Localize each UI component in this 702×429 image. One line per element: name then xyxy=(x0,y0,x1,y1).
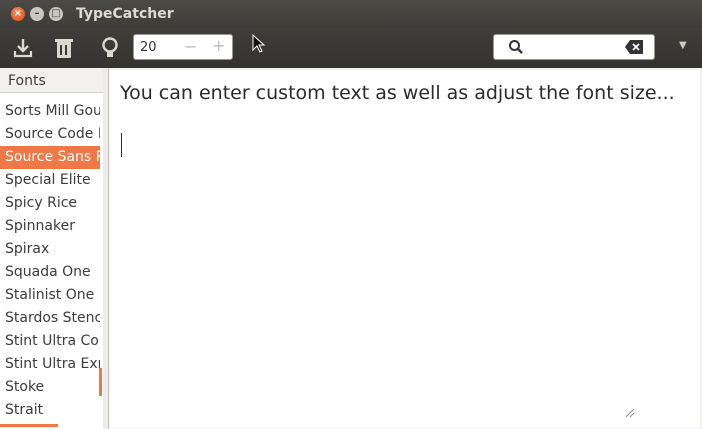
font-item[interactable]: Squada One xyxy=(0,261,100,284)
close-window-button[interactable]: × xyxy=(11,7,25,21)
trash-icon[interactable] xyxy=(52,36,76,60)
fonts-header-label: Fonts xyxy=(8,73,46,89)
font-size-spinner[interactable]: 20 − + xyxy=(133,34,233,60)
font-item[interactable]: Spirax xyxy=(0,238,100,261)
font-item[interactable]: Stoke xyxy=(0,376,100,399)
clear-icon[interactable] xyxy=(625,40,643,54)
font-item[interactable]: Special Elite xyxy=(0,169,100,192)
font-item[interactable]: Spicy Rice xyxy=(0,192,100,215)
resize-grip-icon[interactable] xyxy=(626,409,634,417)
decrease-size-button[interactable]: − xyxy=(184,37,197,56)
menu-arrow-icon[interactable]: ▼ xyxy=(679,40,687,51)
pane-divider[interactable] xyxy=(103,68,109,429)
minimize-window-button[interactable]: – xyxy=(30,7,44,21)
increase-size-button[interactable]: + xyxy=(212,36,225,55)
font-item[interactable]: Sorts Mill Goudy xyxy=(0,100,100,123)
main-content: Sonsie One Sorts Mill Goudy Source Code … xyxy=(0,68,702,429)
font-item[interactable]: Source Code Pro xyxy=(0,123,100,146)
window-title: TypeCatcher xyxy=(76,6,174,22)
title-bar: × – □ TypeCatcher xyxy=(0,0,702,28)
minimize-icon: – xyxy=(34,8,40,19)
lightbulb-icon[interactable] xyxy=(98,36,122,60)
fonts-column-header[interactable]: Fonts xyxy=(0,68,103,93)
font-item[interactable]: Stardos Stencil xyxy=(0,307,100,330)
download-icon[interactable] xyxy=(11,36,35,60)
font-list[interactable]: Sonsie One Sorts Mill Goudy Source Code … xyxy=(0,77,100,422)
mouse-cursor-icon xyxy=(252,34,266,53)
scroll-indicator[interactable] xyxy=(99,368,102,396)
preview-text[interactable]: You can enter custom text as well as adj… xyxy=(120,82,675,104)
font-item[interactable]: Stint Ultra Condensed xyxy=(0,330,100,353)
search-field[interactable] xyxy=(493,34,655,60)
font-item[interactable]: Strait xyxy=(0,399,100,422)
search-icon xyxy=(509,40,523,54)
font-list-panel: Sonsie One Sorts Mill Goudy Source Code … xyxy=(0,68,104,429)
maximize-icon: □ xyxy=(51,8,61,19)
maximize-window-button[interactable]: □ xyxy=(49,7,63,21)
font-size-value[interactable]: 20 xyxy=(140,40,157,55)
preview-text-area[interactable]: You can enter custom text as well as adj… xyxy=(110,70,700,428)
font-item[interactable]: Stalinist One xyxy=(0,284,100,307)
font-item[interactable]: Stint Ultra Expanded xyxy=(0,353,100,376)
text-caret xyxy=(121,133,122,157)
font-item-selected[interactable]: Source Sans Pro xyxy=(0,146,100,169)
scroll-overshoot-indicator xyxy=(0,424,58,427)
font-item[interactable]: Spinnaker xyxy=(0,215,100,238)
close-icon: × xyxy=(13,8,23,19)
